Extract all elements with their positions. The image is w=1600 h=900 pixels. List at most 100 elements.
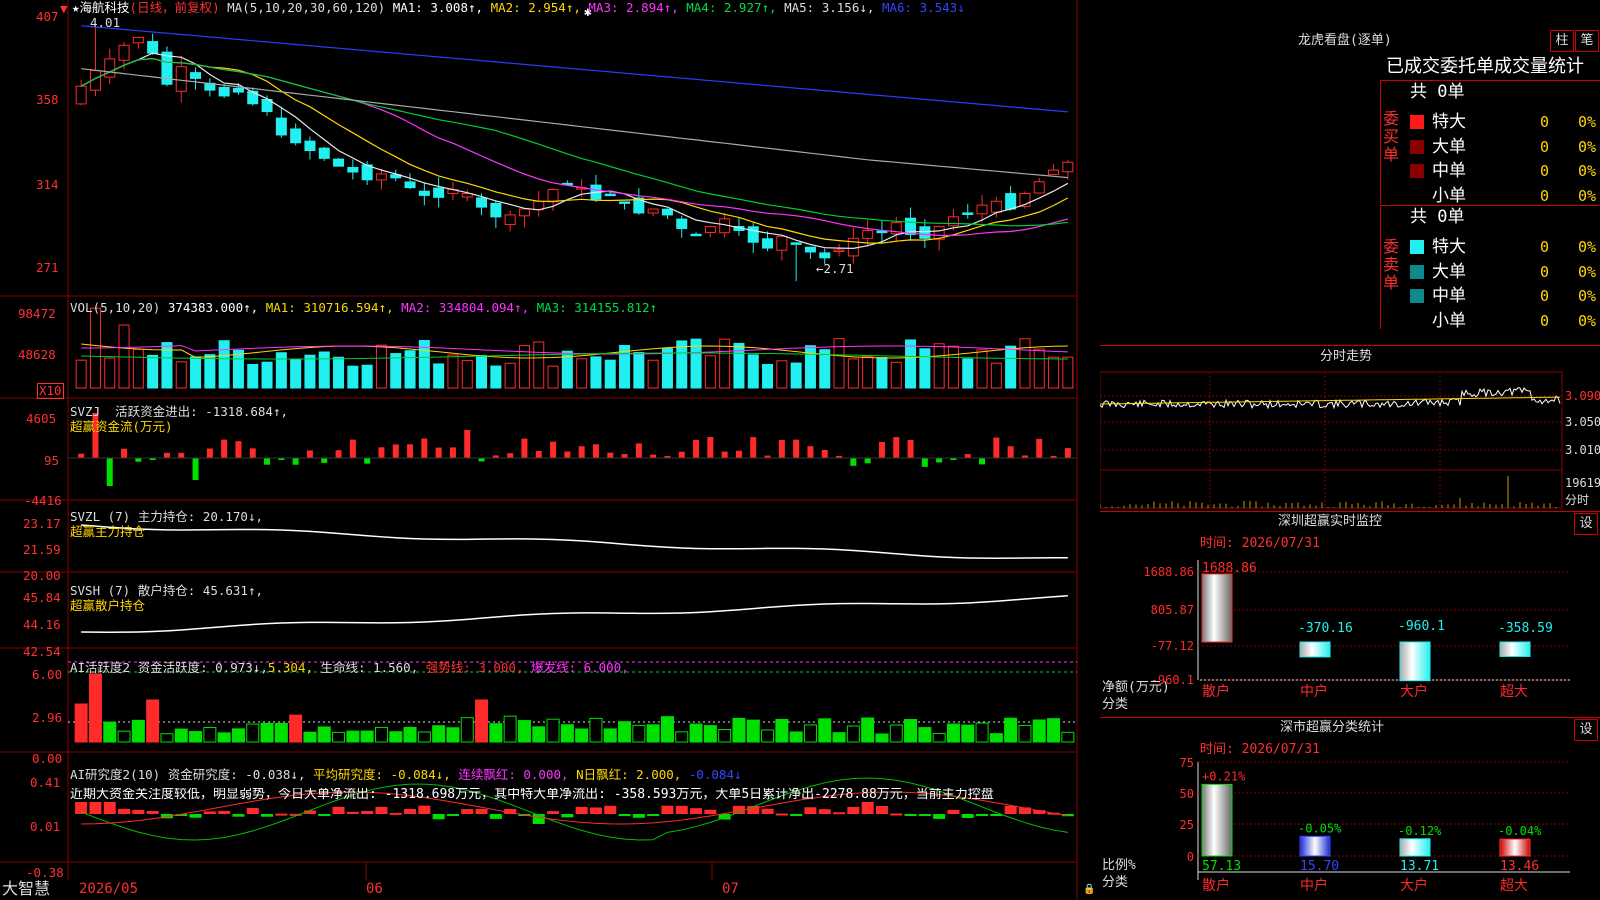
activity-bar — [746, 719, 760, 743]
volume-bar — [876, 357, 888, 389]
candle — [661, 208, 673, 216]
fund-flow-bar — [407, 444, 414, 458]
activity-bar — [1004, 717, 1018, 743]
fund-flow-bar — [807, 446, 814, 458]
candle — [118, 44, 130, 61]
activity-bar — [274, 722, 288, 743]
sz2-category: 超大 — [1500, 878, 1528, 894]
research-bar — [418, 805, 431, 814]
research-bar — [103, 802, 116, 814]
candle — [490, 202, 502, 218]
ai2-tick: 0.41 — [30, 775, 61, 790]
research-bar — [818, 809, 831, 814]
fund-flow-bar — [936, 458, 943, 463]
fund-flow-bar — [578, 446, 585, 458]
sz2-bar-change: -0.04% — [1498, 824, 1542, 838]
svzl-tick: 21.59 — [23, 542, 61, 557]
fund-flow-bar — [864, 458, 871, 464]
candle — [518, 208, 530, 217]
ma5-value: MA5: 3.156↓, — [784, 0, 875, 15]
volume-bar — [304, 354, 316, 389]
activity-bar — [260, 722, 274, 743]
chart-mode[interactable]: (日线，前复权) — [130, 0, 220, 15]
candle — [290, 128, 302, 144]
fund-flow-bar — [1064, 448, 1071, 458]
activity-bar — [103, 721, 117, 743]
volume-bar — [862, 356, 874, 389]
fund-flow-bar — [135, 458, 142, 462]
activity-bar — [946, 723, 960, 743]
fund-flow-bar — [121, 448, 128, 458]
volume-bar — [1033, 348, 1045, 389]
ma5-line — [81, 68, 1068, 179]
research-bar — [547, 811, 560, 814]
ma3-value: MA3: 2.894↑, — [588, 0, 679, 15]
research-bar — [947, 809, 960, 814]
activity-bar — [975, 722, 989, 743]
fund-flow-bar — [678, 451, 685, 458]
sz1-tick: 1688.86 — [1143, 565, 1194, 579]
sz1-category: 大户 — [1400, 683, 1428, 700]
svzj-tick: 95 — [44, 453, 60, 468]
volume-bar — [318, 351, 330, 389]
volume-bar — [776, 360, 788, 389]
fund-flow-bar — [478, 458, 485, 462]
research-bar — [261, 814, 274, 817]
fund-flow-bar — [707, 437, 714, 458]
activity-bar — [475, 699, 489, 743]
research-bar — [203, 811, 216, 814]
sz2-bar-value: 15.70 — [1300, 859, 1339, 874]
brand-label[interactable]: 大智慧 — [2, 880, 50, 898]
activity-bar — [1032, 719, 1046, 743]
research-bar — [346, 811, 359, 814]
sz1-bar-value: -960.1 — [1398, 619, 1445, 634]
volume-bar — [447, 354, 459, 389]
fund-flow-bar — [1036, 438, 1043, 458]
activity-bar — [875, 733, 889, 743]
ai2-header: AI研究度2(10) 资金研究度: -0.038↓, 平均研究度: -0.084… — [70, 767, 742, 782]
activity-bar — [146, 699, 160, 743]
svzl-tick: 23.17 — [23, 516, 61, 531]
sz2-tick: 75 — [1180, 756, 1194, 770]
fund-flow-bar — [206, 448, 213, 458]
candle — [790, 242, 802, 245]
candle — [947, 216, 959, 227]
research-bar — [375, 806, 388, 814]
chart-area[interactable]: ✱ — [0, 0, 1100, 900]
sz2-bar — [1399, 838, 1431, 857]
fund-flow-bar — [264, 458, 271, 465]
volume-bar — [1019, 338, 1031, 389]
volume-bar — [762, 363, 774, 389]
volume-bar — [461, 359, 473, 389]
research-bar — [875, 806, 888, 814]
volume-bar — [533, 341, 545, 389]
fund-flow-bar — [550, 441, 557, 458]
lock-icon[interactable]: 🔒 — [1083, 883, 1095, 897]
volume-bar — [890, 361, 902, 389]
fund-flow-bar — [921, 458, 928, 467]
volume-bar — [905, 339, 917, 389]
activity-bar — [818, 718, 832, 743]
volume-bar — [1005, 345, 1017, 389]
sz1-bar — [1299, 641, 1331, 658]
research-bar — [218, 810, 231, 814]
fund-flow-bar — [106, 458, 113, 486]
candle — [862, 230, 874, 239]
activity-bar — [217, 732, 231, 743]
favorite-star-icon[interactable]: ★ — [72, 0, 80, 15]
fund-flow-bar — [778, 439, 785, 458]
research-bar — [118, 808, 131, 814]
activity-bar — [861, 717, 875, 743]
research-bar — [847, 806, 860, 814]
research-bar — [246, 807, 259, 814]
fund-flow-bar — [1007, 446, 1014, 458]
activity-bar — [889, 724, 903, 743]
price-tick: 271 — [36, 260, 59, 275]
fund-flow-bar — [607, 452, 614, 458]
volume-bar — [333, 356, 345, 389]
research-bar — [132, 809, 145, 814]
research-bar — [833, 812, 846, 815]
candle — [833, 249, 845, 252]
sz2-bar-value: 13.71 — [1400, 859, 1439, 874]
activity-bar — [417, 731, 431, 743]
